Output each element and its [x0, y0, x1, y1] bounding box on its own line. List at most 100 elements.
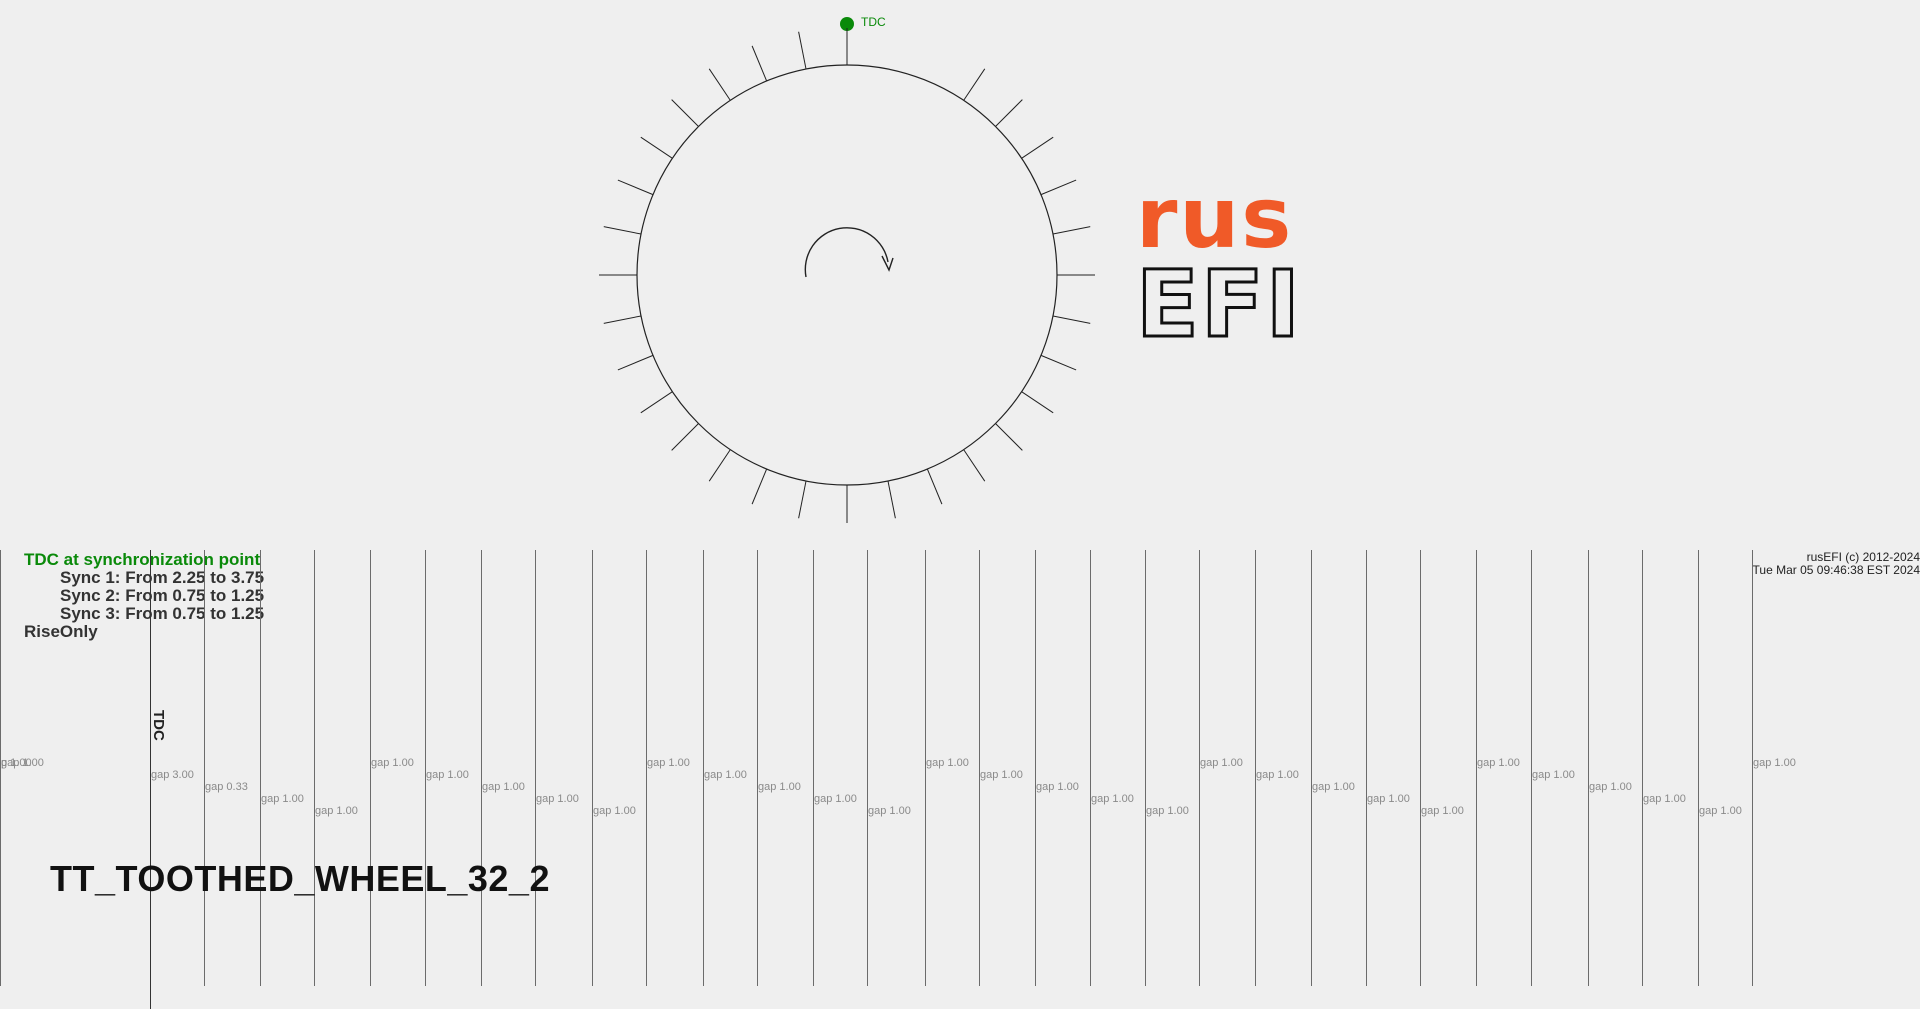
gap-label: gap 1.00: [1753, 757, 1796, 769]
tooth-edge-line: [1366, 550, 1367, 986]
wheel-tooth: [995, 99, 1023, 127]
gap-label: gap 1.00: [758, 781, 801, 793]
tooth-edge-line: [703, 550, 704, 986]
tooth-edge-line: [1698, 550, 1699, 986]
wheel-circle: [636, 64, 1058, 486]
gap-label: gap 1.00: [1312, 781, 1355, 793]
wheel-tooth: [798, 31, 807, 70]
wheel-tooth: [751, 468, 768, 505]
sync-title: TDC at synchronization point: [24, 550, 261, 569]
rusefi-logo: rus EFI: [1135, 176, 1326, 360]
tooth-edge-line: [979, 550, 980, 986]
timestamp: Tue Mar 05 09:46:38 EST 2024: [1752, 563, 1920, 577]
gap-label: gap 1.00: [1036, 781, 1079, 793]
wheel-tooth: [1052, 226, 1091, 235]
wheel-tooth: [1021, 136, 1054, 159]
gap-label: gap 1.00: [1532, 769, 1575, 781]
wheel-tooth: [995, 423, 1023, 451]
trigger-mode: RiseOnly: [24, 622, 98, 641]
trigger-name: TT_TOOTHED_WHEEL_32_2: [50, 858, 550, 899]
wheel-tooth: [708, 449, 731, 482]
logo-efi-outline-icon: EFI: [1135, 250, 1302, 360]
tooth-edge-line: [425, 550, 426, 986]
gap-label: gap 1.00: [980, 769, 1023, 781]
wheel-teeth: [599, 31, 1095, 523]
gap-label: gap 1.00: [814, 793, 857, 805]
tooth-edge-line: [1531, 550, 1532, 986]
tooth-edge-line: [592, 550, 593, 986]
copyright: rusEFI (c) 2012-2024 Tue Mar 05 09:46:38…: [1753, 551, 1920, 577]
gap-label: gap 1.00: [868, 805, 911, 817]
wheel-tooth: [963, 449, 986, 482]
gap-label: gap 1.00: [704, 769, 747, 781]
gap-label: gap 3.00: [151, 769, 194, 781]
gap-label: gap 1.00: [1200, 757, 1243, 769]
gap-label: gap 1.00: [261, 793, 304, 805]
wheel-tooth: [1040, 354, 1077, 371]
tooth-edge-line: [260, 550, 261, 986]
gap-label: gap 1.00: [315, 805, 358, 817]
tooth-edge-line: [1642, 550, 1643, 986]
sync-line-1: Sync 1: From 2.25 to 3.75: [60, 568, 265, 587]
tooth-edge-line: [1090, 550, 1091, 986]
svg-text:EFI: EFI: [1136, 260, 1302, 342]
logo-efi-text: EFI: [1135, 250, 1321, 360]
gap-label: gap 1.00: [426, 769, 469, 781]
logo-rus-text: rus: [1136, 169, 1294, 267]
gap-label: gap 1.00: [1, 757, 44, 769]
wheel-tooth: [617, 354, 654, 371]
gap-label: gap 1.00: [482, 781, 525, 793]
tooth-edge-line: [314, 550, 315, 986]
gap-label: gap 0.33: [205, 781, 248, 793]
wheel-tooth: [640, 391, 673, 414]
tooth-edge-line: [813, 550, 814, 986]
tooth-edge-line: [1145, 550, 1146, 986]
wheel-tooth: [926, 468, 943, 505]
gap-label: gap 1.00: [1091, 793, 1134, 805]
gap-label: gap 1.00: [536, 793, 579, 805]
tooth-edge-line: [1255, 550, 1256, 986]
tooth-edge-line: [1588, 550, 1589, 986]
gap-label: gap 1.00: [371, 757, 414, 769]
tooth-edge-line: [757, 550, 758, 986]
gap-label: gap 1.00: [593, 805, 636, 817]
wheel-tooth: [887, 480, 896, 519]
wheel-tooth: [1040, 179, 1077, 196]
gap-label: gap 1.00: [1699, 805, 1742, 817]
wheel-tooth: [617, 179, 654, 196]
sync-info: TDC at synchronization point Sync 1: Fro…: [24, 551, 264, 641]
gap-label: gap 1.00: [1643, 793, 1686, 805]
wheel-tooth: [751, 45, 768, 82]
gap-label: gap 1.00: [647, 757, 690, 769]
tooth-edge-line: [1752, 550, 1753, 986]
tooth-edge-line: [867, 550, 868, 986]
sync-line-2: Sync 2: From 0.75 to 1.25: [60, 586, 265, 605]
tooth-edge-line: [1311, 550, 1312, 986]
wheel-tooth: [708, 68, 731, 101]
gap-label: gap 1.00: [1477, 757, 1520, 769]
wheel-tooth: [640, 136, 673, 159]
wheel-tooth: [1052, 315, 1091, 324]
wheel-tooth: [1021, 391, 1054, 414]
gap-label: gap 1.00: [1256, 769, 1299, 781]
tooth-edge-line: [481, 550, 482, 986]
rotation-arrow-icon: [804, 227, 889, 278]
tooth-edge-line: [204, 550, 205, 986]
tooth-edge-line: [1035, 550, 1036, 986]
gap-label: gap 1.00: [1367, 793, 1410, 805]
tooth-edge-line: [535, 550, 536, 986]
gap-label: gap 1.00: [926, 757, 969, 769]
gap-label: gap 1.00: [1146, 805, 1189, 817]
gap-label: gap 1.00: [1589, 781, 1632, 793]
tdc-vertical-label: TDC: [150, 710, 167, 741]
wheel-tooth: [603, 315, 642, 324]
wheel-tooth: [798, 480, 807, 519]
wheel-tooth: [963, 68, 986, 101]
tooth-edge-line: [1420, 550, 1421, 986]
wheel-tooth: [671, 99, 699, 127]
sync-line-3: Sync 3: From 0.75 to 1.25: [60, 604, 265, 623]
wheel-tooth: [671, 423, 699, 451]
tdc-label: TDC: [861, 15, 886, 29]
gap-label: gap 1.00: [1421, 805, 1464, 817]
wheel-tooth: [603, 226, 642, 235]
